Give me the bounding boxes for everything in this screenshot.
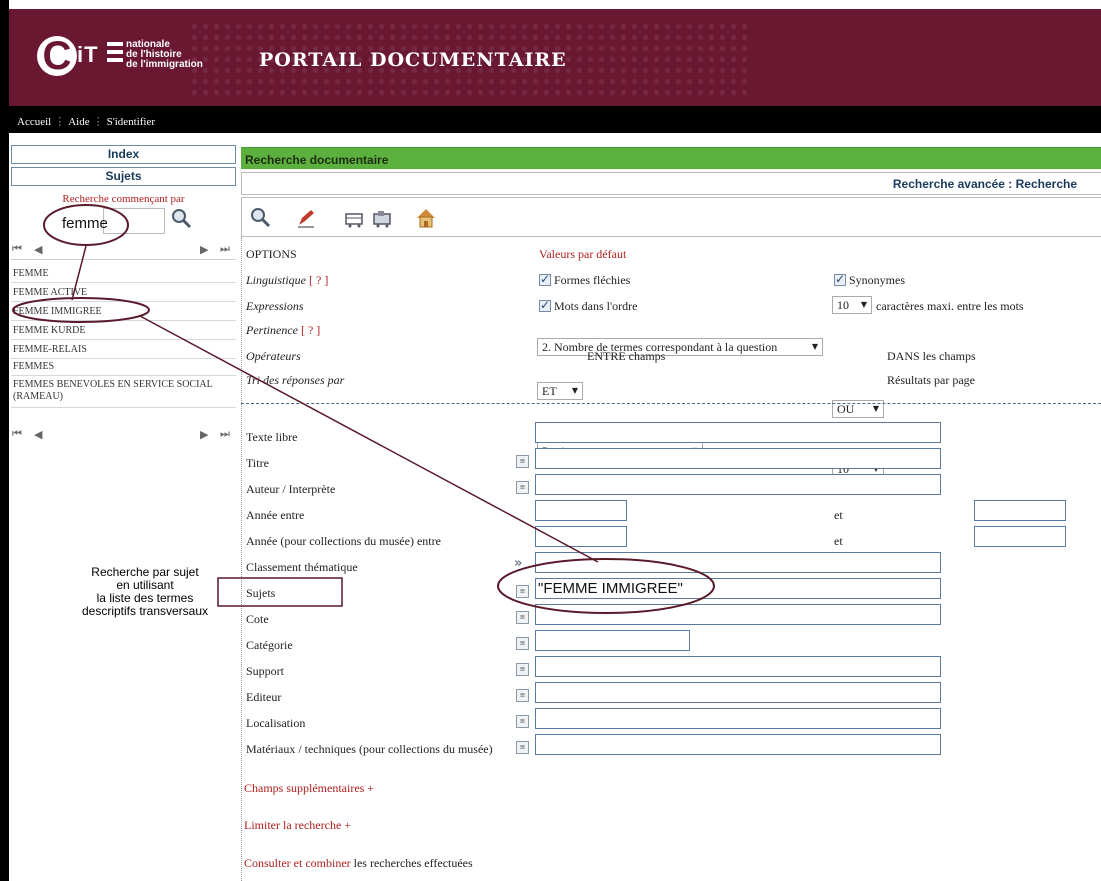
- annotation-line: [139, 315, 599, 563]
- annotation-ellipse: [12, 297, 150, 323]
- annotation-ellipse: [43, 204, 129, 246]
- annotation-rect: [217, 577, 343, 607]
- annotation-overlay: [12, 204, 715, 614]
- annotation-ellipse: [497, 558, 715, 614]
- annotation-line: [71, 245, 87, 301]
